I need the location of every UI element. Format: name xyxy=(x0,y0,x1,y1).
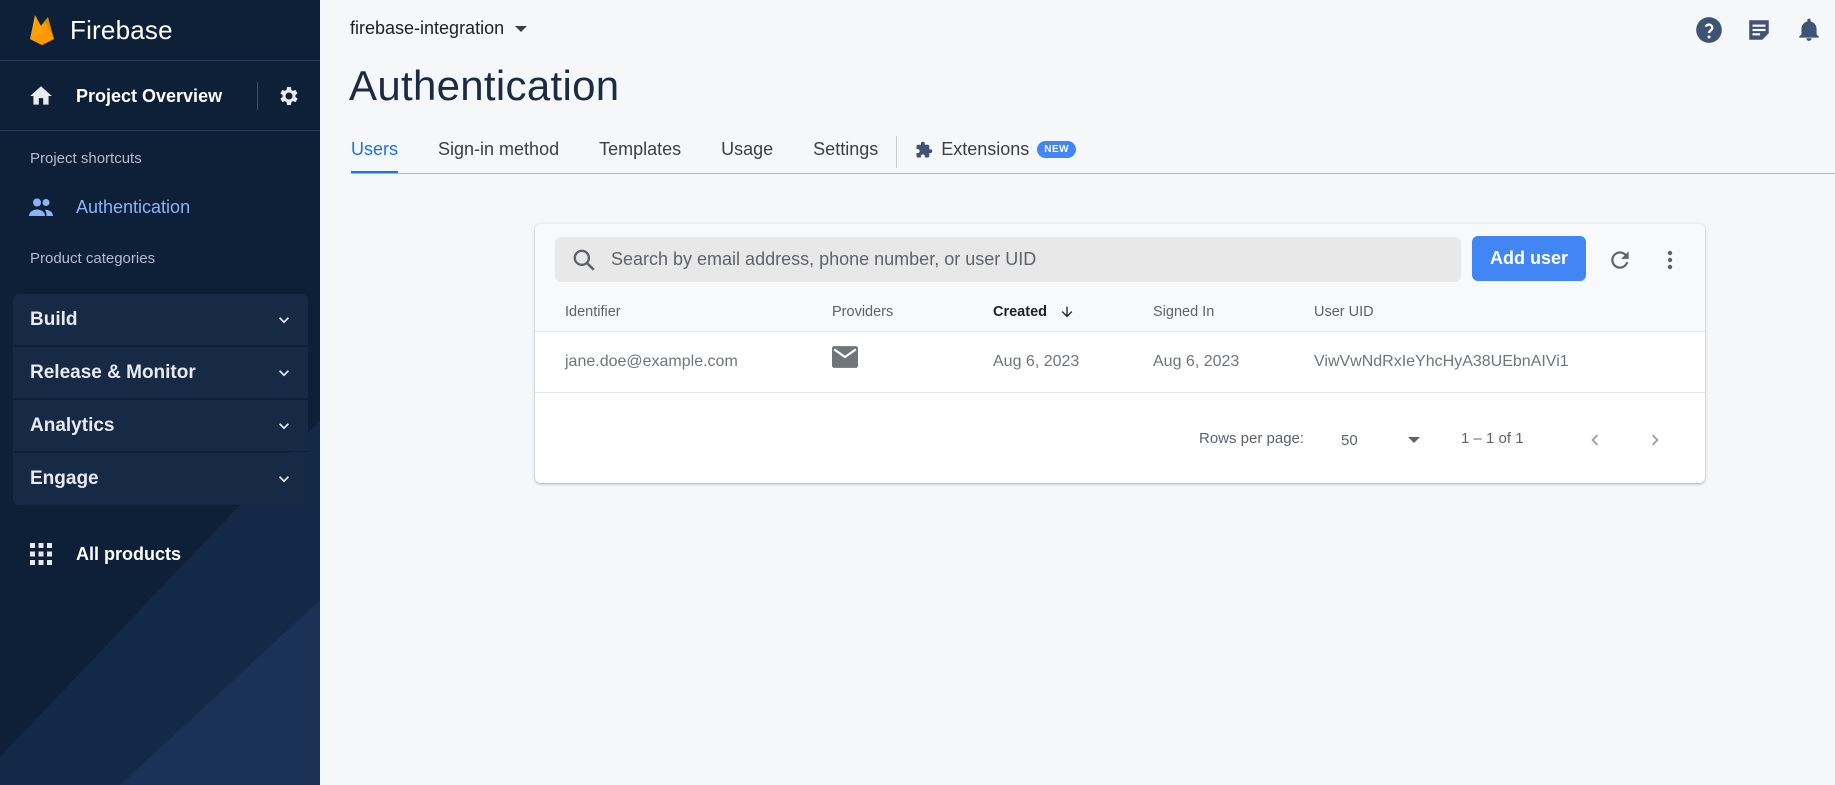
extensions-icon xyxy=(916,141,933,158)
dropdown-arrow-icon xyxy=(515,25,528,32)
category-label: Build xyxy=(30,308,78,330)
page-title: Authentication xyxy=(349,62,620,109)
project-overview-item[interactable]: Project Overview xyxy=(28,80,300,112)
all-products-item[interactable]: All products xyxy=(29,541,181,567)
column-header-identifier[interactable]: Identifier xyxy=(565,304,621,320)
firebase-brand[interactable]: Firebase xyxy=(28,12,173,48)
divider xyxy=(0,130,320,131)
row-divider xyxy=(535,392,1705,393)
brand-name: Firebase xyxy=(70,14,173,45)
email-icon xyxy=(832,346,858,373)
rows-per-page-value: 50 xyxy=(1341,431,1358,449)
sidebar-item-authentication[interactable]: Authentication xyxy=(28,192,190,222)
column-header-created[interactable]: Created xyxy=(993,304,1075,320)
tab-users[interactable]: Users xyxy=(351,128,399,174)
column-header-user-uid: User UID xyxy=(1314,304,1374,320)
cell-signed-in: Aug 6, 2023 xyxy=(1153,353,1240,370)
help-icon[interactable] xyxy=(1695,16,1723,44)
rows-per-page-label: Rows per page: xyxy=(1199,430,1305,447)
tab-bar: Users Sign-in method Templates Usage Set… xyxy=(351,128,1077,174)
page-range: 1 – 1 of 1 xyxy=(1461,430,1524,447)
dropdown-arrow-icon xyxy=(1408,437,1420,443)
search-input[interactable] xyxy=(611,249,1461,270)
column-header-created-label: Created xyxy=(993,304,1047,320)
category-label: Release & Monitor xyxy=(30,361,196,383)
tab-settings[interactable]: Settings xyxy=(813,128,878,174)
project-name: firebase-integration xyxy=(350,18,505,38)
product-categories-label: Product categories xyxy=(30,250,156,267)
sidebar: Firebase Project Overview Project shortc… xyxy=(0,0,320,785)
cell-identifier: jane.doe@example.com xyxy=(565,353,738,370)
gear-icon[interactable] xyxy=(276,84,300,108)
add-user-button[interactable]: Add user xyxy=(1472,236,1586,281)
firebase-logo-icon xyxy=(30,15,54,45)
divider xyxy=(0,60,320,61)
category-label: Engage xyxy=(30,468,99,489)
category-label: Analytics xyxy=(30,414,115,436)
tab-templates[interactable]: Templates xyxy=(599,128,681,174)
search-bar[interactable] xyxy=(555,237,1461,282)
tab-sign-in-method[interactable]: Sign-in method xyxy=(438,128,559,174)
rows-per-page-select[interactable]: 50 xyxy=(1341,427,1421,453)
refresh-icon[interactable] xyxy=(1606,246,1634,274)
extensions-label: Extensions xyxy=(941,139,1030,159)
top-toolbar xyxy=(1695,16,1823,44)
arrow-down-icon xyxy=(1061,306,1073,318)
divider xyxy=(257,82,258,110)
new-badge: NEW xyxy=(1037,141,1077,158)
tab-separator xyxy=(896,136,898,168)
authentication-label: Authentication xyxy=(76,196,191,217)
chevron-down-icon xyxy=(279,369,289,376)
chevron-down-icon xyxy=(279,476,289,483)
column-header-providers: Providers xyxy=(832,304,894,320)
search-icon xyxy=(573,249,595,271)
chevron-down-icon xyxy=(279,316,289,323)
tabs-divider xyxy=(351,173,1835,174)
cell-user-uid: ViwVwNdRxIeYhcHyA38UEbnAIVi1 xyxy=(1314,353,1569,370)
more-vert-icon[interactable] xyxy=(1656,246,1684,274)
project-overview-label: Project Overview xyxy=(76,85,223,106)
next-page-icon[interactable] xyxy=(1642,427,1668,453)
release-notes-icon[interactable] xyxy=(1745,16,1773,44)
category-engage[interactable]: Engage xyxy=(13,453,308,505)
project-selector[interactable]: firebase-integration xyxy=(350,18,528,39)
users-card: Add user Identifier Providers Created Si… xyxy=(535,224,1705,483)
chevron-down-icon xyxy=(279,422,289,429)
tab-extensions[interactable]: Extensions NEW xyxy=(915,128,1077,174)
apps-grid-icon xyxy=(30,543,52,565)
previous-page-icon[interactable] xyxy=(1582,427,1608,453)
category-release-monitor[interactable]: Release & Monitor xyxy=(13,347,308,399)
notifications-icon[interactable] xyxy=(1795,16,1823,44)
column-header-signed-in[interactable]: Signed In xyxy=(1153,304,1214,320)
all-products-label: All products xyxy=(76,543,182,564)
category-analytics[interactable]: Analytics xyxy=(13,400,308,452)
project-shortcuts-label: Project shortcuts xyxy=(30,150,142,167)
people-icon xyxy=(29,198,53,216)
tab-usage[interactable]: Usage xyxy=(721,128,773,174)
category-build[interactable]: Build xyxy=(13,294,308,346)
cell-created: Aug 6, 2023 xyxy=(993,353,1080,370)
sidebar-decoration xyxy=(120,600,320,785)
home-icon xyxy=(30,86,52,105)
